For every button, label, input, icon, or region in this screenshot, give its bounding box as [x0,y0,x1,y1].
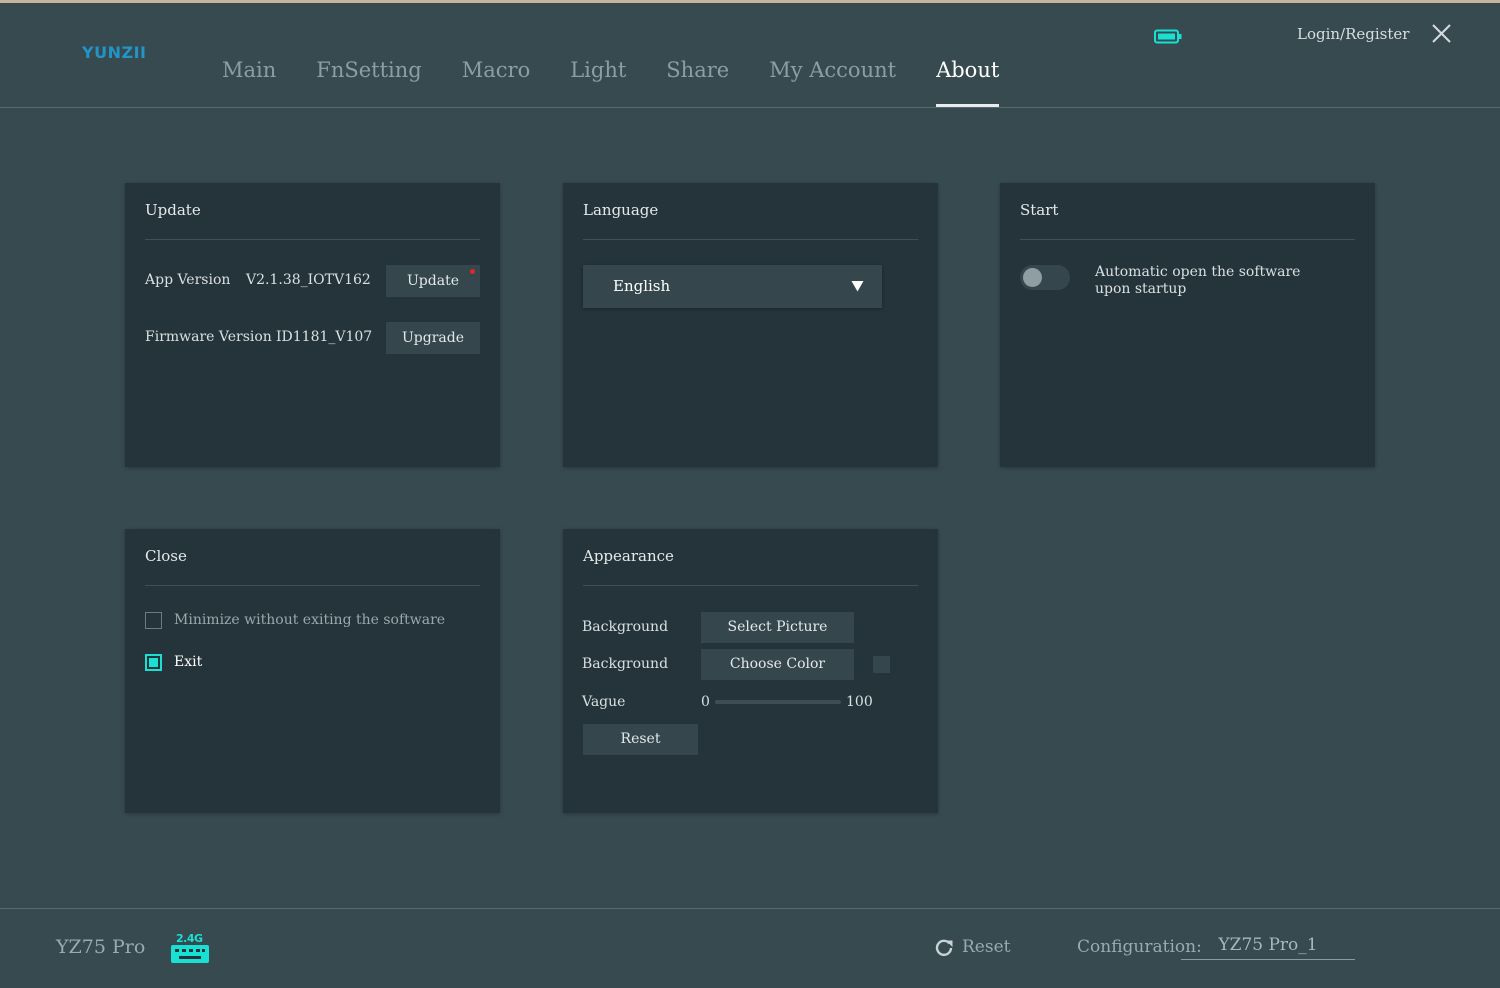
background-picture-label: Background [582,619,669,635]
start-panel: Start Automatic open the software upon s… [1000,183,1375,467]
background-color-label: Background [582,656,669,672]
update-available-dot [470,269,475,274]
app-version-label: App Version [145,272,231,288]
vague-slider[interactable] [715,700,841,704]
tab-main[interactable]: Main [202,56,296,107]
select-picture-button[interactable]: Select Picture [701,612,854,643]
vague-label: Vague [582,694,626,710]
toggle-knob [1023,268,1042,287]
language-select[interactable]: English [583,265,882,308]
configuration-select[interactable]: YZ75 Pro_1 [1181,929,1355,960]
keyboard-2.4g-icon: 2.4G [170,932,210,964]
minimize-label: Minimize without exiting the software [174,612,446,628]
triangle-down-icon [851,281,864,292]
main-nav: Main FnSetting Macro Light Share My Acco… [202,56,1019,108]
update-panel-title: Update [145,201,201,219]
start-panel-title: Start [1020,201,1059,219]
appearance-panel-title: Appearance [583,547,674,565]
divider [1020,239,1355,240]
close-panel: Close Minimize without exiting the softw… [125,529,500,813]
auto-open-label: Automatic open the software upon startup [1095,264,1301,297]
update-panel: Update App Version V2.1.38_IOTV162 Updat… [125,183,500,467]
tab-my-account[interactable]: My Account [749,56,916,107]
close-panel-title: Close [145,547,187,565]
battery-icon [1154,29,1182,44]
appearance-reset-button[interactable]: Reset [583,724,698,755]
tab-light[interactable]: Light [550,56,646,107]
app-version-value: V2.1.38_IOTV162 [246,272,371,288]
upgrade-button[interactable]: Upgrade [386,322,480,354]
auto-open-toggle[interactable] [1020,265,1070,290]
keyboard-glyph [171,945,209,963]
divider [583,585,918,586]
minimize-checkbox[interactable] [145,612,162,629]
tab-macro[interactable]: Macro [442,56,550,107]
tab-fnsetting[interactable]: FnSetting [296,56,441,107]
language-selected-value: English [613,277,671,295]
update-button[interactable]: Update [386,265,480,297]
tab-about[interactable]: About [916,56,1019,107]
language-panel: Language English [563,183,938,467]
color-swatch[interactable] [873,656,890,673]
vague-min-value: 0 [701,694,710,710]
close-icon[interactable] [1431,23,1452,44]
choose-color-button[interactable]: Choose Color [701,649,854,680]
firmware-version-label: Firmware Version [145,329,272,345]
firmware-version-value: ID1181_V107 [276,329,373,345]
tab-share[interactable]: Share [646,56,749,107]
language-panel-title: Language [583,201,659,219]
vague-max-value: 100 [846,694,873,710]
refresh-icon[interactable] [934,938,954,958]
divider [583,239,918,240]
exit-label: Exit [174,654,203,670]
login-register-link[interactable]: Login/Register [1297,25,1409,43]
device-name: YZ75 Pro [56,936,146,958]
appearance-panel: Appearance Background Select Picture Bac… [563,529,938,813]
brand-logo: YUNZII [82,43,147,62]
checkbox-checked-mark [149,658,158,667]
divider [145,585,480,586]
reset-button[interactable]: Reset [962,937,1010,957]
divider [145,239,480,240]
exit-checkbox[interactable] [145,654,162,671]
